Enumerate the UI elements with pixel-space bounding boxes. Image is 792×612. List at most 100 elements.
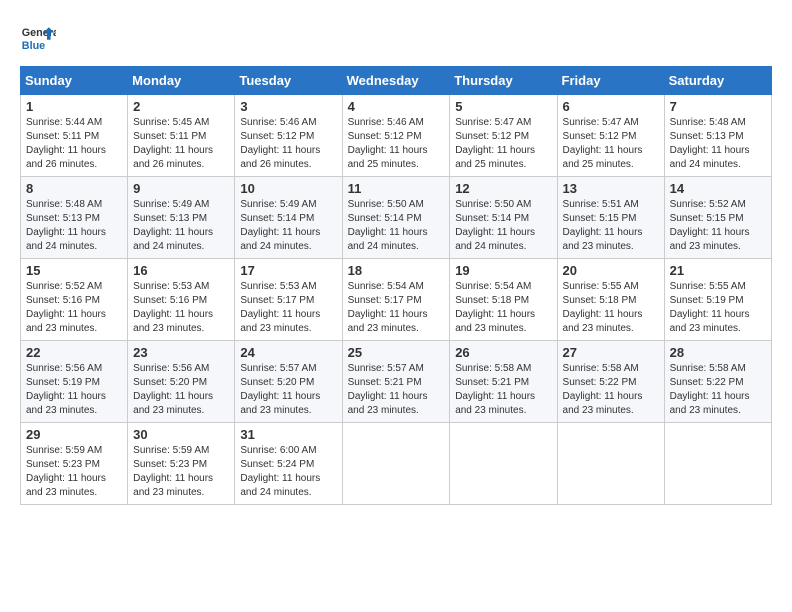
day-number: 17 [240, 263, 336, 278]
calendar-cell [342, 423, 450, 505]
calendar-table: SundayMondayTuesdayWednesdayThursdayFrid… [20, 66, 772, 505]
calendar-cell: 4 Sunrise: 5:46 AMSunset: 5:12 PMDayligh… [342, 95, 450, 177]
day-info: Sunrise: 5:58 AMSunset: 5:22 PMDaylight:… [563, 362, 659, 418]
day-info: Sunrise: 5:53 AMSunset: 5:17 PMDaylight:… [240, 280, 336, 336]
calendar-cell: 8 Sunrise: 5:48 AMSunset: 5:13 PMDayligh… [21, 177, 128, 259]
calendar-cell: 23 Sunrise: 5:56 AMSunset: 5:20 PMDaylig… [128, 341, 235, 423]
day-number: 3 [240, 99, 336, 114]
calendar-cell: 29 Sunrise: 5:59 AMSunset: 5:23 PMDaylig… [21, 423, 128, 505]
day-number: 2 [133, 99, 229, 114]
day-number: 29 [26, 427, 122, 442]
calendar-cell: 25 Sunrise: 5:57 AMSunset: 5:21 PMDaylig… [342, 341, 450, 423]
day-number: 4 [348, 99, 445, 114]
calendar-cell: 30 Sunrise: 5:59 AMSunset: 5:23 PMDaylig… [128, 423, 235, 505]
day-header-saturday: Saturday [664, 67, 771, 95]
day-info: Sunrise: 5:57 AMSunset: 5:21 PMDaylight:… [348, 362, 445, 418]
logo-icon: General Blue [20, 20, 56, 56]
calendar-cell: 26 Sunrise: 5:58 AMSunset: 5:21 PMDaylig… [450, 341, 557, 423]
day-header-thursday: Thursday [450, 67, 557, 95]
calendar-cell: 17 Sunrise: 5:53 AMSunset: 5:17 PMDaylig… [235, 259, 342, 341]
day-info: Sunrise: 5:59 AMSunset: 5:23 PMDaylight:… [133, 444, 229, 500]
day-info: Sunrise: 5:50 AMSunset: 5:14 PMDaylight:… [348, 198, 445, 254]
calendar-body: 1 Sunrise: 5:44 AMSunset: 5:11 PMDayligh… [21, 95, 772, 505]
day-number: 15 [26, 263, 122, 278]
calendar-cell: 18 Sunrise: 5:54 AMSunset: 5:17 PMDaylig… [342, 259, 450, 341]
calendar-cell: 11 Sunrise: 5:50 AMSunset: 5:14 PMDaylig… [342, 177, 450, 259]
day-info: Sunrise: 5:54 AMSunset: 5:18 PMDaylight:… [455, 280, 551, 336]
logo: General Blue [20, 20, 56, 56]
calendar-week-4: 22 Sunrise: 5:56 AMSunset: 5:19 PMDaylig… [21, 341, 772, 423]
day-info: Sunrise: 5:57 AMSunset: 5:20 PMDaylight:… [240, 362, 336, 418]
day-number: 16 [133, 263, 229, 278]
day-header-tuesday: Tuesday [235, 67, 342, 95]
day-info: Sunrise: 5:50 AMSunset: 5:14 PMDaylight:… [455, 198, 551, 254]
day-number: 18 [348, 263, 445, 278]
calendar-cell: 14 Sunrise: 5:52 AMSunset: 5:15 PMDaylig… [664, 177, 771, 259]
calendar-cell [664, 423, 771, 505]
day-info: Sunrise: 5:49 AMSunset: 5:13 PMDaylight:… [133, 198, 229, 254]
calendar-cell [450, 423, 557, 505]
day-info: Sunrise: 5:47 AMSunset: 5:12 PMDaylight:… [455, 116, 551, 172]
day-number: 23 [133, 345, 229, 360]
day-number: 9 [133, 181, 229, 196]
day-info: Sunrise: 5:48 AMSunset: 5:13 PMDaylight:… [670, 116, 766, 172]
calendar-cell: 9 Sunrise: 5:49 AMSunset: 5:13 PMDayligh… [128, 177, 235, 259]
day-info: Sunrise: 5:51 AMSunset: 5:15 PMDaylight:… [563, 198, 659, 254]
calendar-cell: 16 Sunrise: 5:53 AMSunset: 5:16 PMDaylig… [128, 259, 235, 341]
calendar-cell: 19 Sunrise: 5:54 AMSunset: 5:18 PMDaylig… [450, 259, 557, 341]
calendar-cell: 1 Sunrise: 5:44 AMSunset: 5:11 PMDayligh… [21, 95, 128, 177]
day-info: Sunrise: 5:58 AMSunset: 5:21 PMDaylight:… [455, 362, 551, 418]
day-number: 13 [563, 181, 659, 196]
calendar-cell: 20 Sunrise: 5:55 AMSunset: 5:18 PMDaylig… [557, 259, 664, 341]
day-number: 31 [240, 427, 336, 442]
day-info: Sunrise: 5:45 AMSunset: 5:11 PMDaylight:… [133, 116, 229, 172]
day-info: Sunrise: 5:47 AMSunset: 5:12 PMDaylight:… [563, 116, 659, 172]
day-info: Sunrise: 6:00 AMSunset: 5:24 PMDaylight:… [240, 444, 336, 500]
day-info: Sunrise: 5:44 AMSunset: 5:11 PMDaylight:… [26, 116, 122, 172]
day-header-monday: Monday [128, 67, 235, 95]
day-number: 11 [348, 181, 445, 196]
calendar-cell: 3 Sunrise: 5:46 AMSunset: 5:12 PMDayligh… [235, 95, 342, 177]
day-info: Sunrise: 5:48 AMSunset: 5:13 PMDaylight:… [26, 198, 122, 254]
calendar-cell: 24 Sunrise: 5:57 AMSunset: 5:20 PMDaylig… [235, 341, 342, 423]
calendar-cell: 31 Sunrise: 6:00 AMSunset: 5:24 PMDaylig… [235, 423, 342, 505]
day-number: 19 [455, 263, 551, 278]
day-number: 28 [670, 345, 766, 360]
day-info: Sunrise: 5:53 AMSunset: 5:16 PMDaylight:… [133, 280, 229, 336]
day-info: Sunrise: 5:58 AMSunset: 5:22 PMDaylight:… [670, 362, 766, 418]
day-number: 12 [455, 181, 551, 196]
day-header-friday: Friday [557, 67, 664, 95]
day-info: Sunrise: 5:56 AMSunset: 5:19 PMDaylight:… [26, 362, 122, 418]
day-number: 6 [563, 99, 659, 114]
day-number: 21 [670, 263, 766, 278]
svg-text:General: General [22, 27, 56, 39]
calendar-cell: 7 Sunrise: 5:48 AMSunset: 5:13 PMDayligh… [664, 95, 771, 177]
day-number: 8 [26, 181, 122, 196]
day-info: Sunrise: 5:46 AMSunset: 5:12 PMDaylight:… [240, 116, 336, 172]
day-number: 24 [240, 345, 336, 360]
day-header-sunday: Sunday [21, 67, 128, 95]
calendar-cell: 13 Sunrise: 5:51 AMSunset: 5:15 PMDaylig… [557, 177, 664, 259]
day-number: 25 [348, 345, 445, 360]
calendar-cell: 21 Sunrise: 5:55 AMSunset: 5:19 PMDaylig… [664, 259, 771, 341]
calendar-cell: 28 Sunrise: 5:58 AMSunset: 5:22 PMDaylig… [664, 341, 771, 423]
day-number: 5 [455, 99, 551, 114]
day-number: 22 [26, 345, 122, 360]
calendar-cell: 6 Sunrise: 5:47 AMSunset: 5:12 PMDayligh… [557, 95, 664, 177]
calendar-week-3: 15 Sunrise: 5:52 AMSunset: 5:16 PMDaylig… [21, 259, 772, 341]
calendar-week-5: 29 Sunrise: 5:59 AMSunset: 5:23 PMDaylig… [21, 423, 772, 505]
day-info: Sunrise: 5:59 AMSunset: 5:23 PMDaylight:… [26, 444, 122, 500]
day-info: Sunrise: 5:52 AMSunset: 5:15 PMDaylight:… [670, 198, 766, 254]
day-info: Sunrise: 5:49 AMSunset: 5:14 PMDaylight:… [240, 198, 336, 254]
calendar-cell: 5 Sunrise: 5:47 AMSunset: 5:12 PMDayligh… [450, 95, 557, 177]
calendar-cell: 15 Sunrise: 5:52 AMSunset: 5:16 PMDaylig… [21, 259, 128, 341]
calendar-header: SundayMondayTuesdayWednesdayThursdayFrid… [21, 67, 772, 95]
calendar-cell: 2 Sunrise: 5:45 AMSunset: 5:11 PMDayligh… [128, 95, 235, 177]
day-number: 1 [26, 99, 122, 114]
page-header: General Blue [20, 20, 772, 56]
calendar-week-1: 1 Sunrise: 5:44 AMSunset: 5:11 PMDayligh… [21, 95, 772, 177]
day-info: Sunrise: 5:54 AMSunset: 5:17 PMDaylight:… [348, 280, 445, 336]
day-number: 14 [670, 181, 766, 196]
calendar-cell [557, 423, 664, 505]
day-header-wednesday: Wednesday [342, 67, 450, 95]
